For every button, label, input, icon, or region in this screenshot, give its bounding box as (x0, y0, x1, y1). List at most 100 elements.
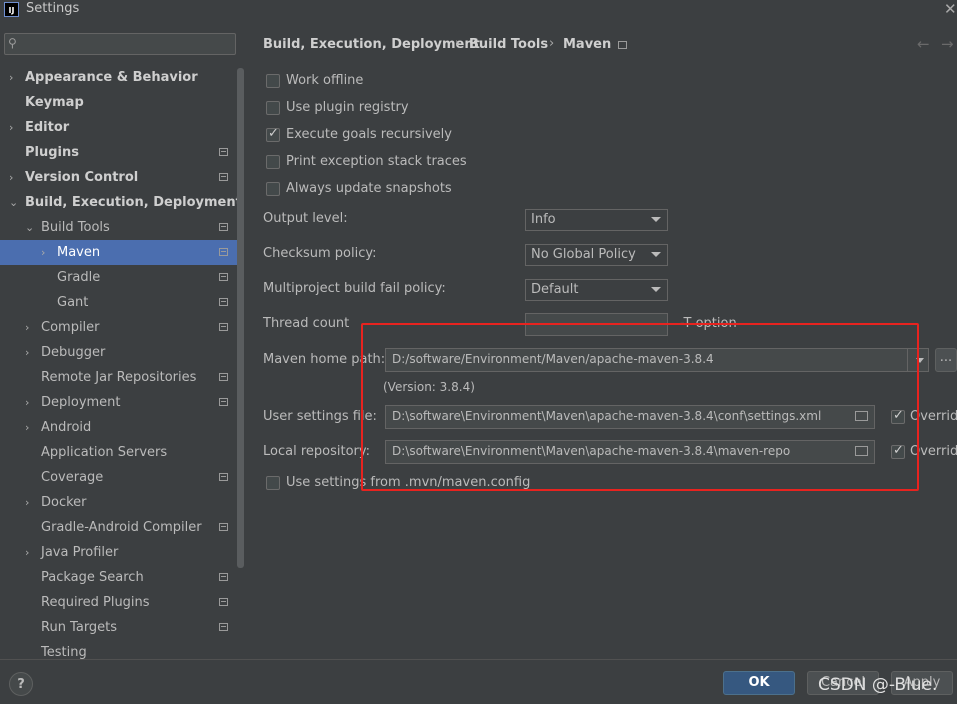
sidebar-item-label: Gradle (57, 270, 101, 285)
work-offline-checkbox[interactable] (266, 74, 280, 88)
plugin-registry-label: Use plugin registry (286, 100, 409, 115)
sidebar-item-version-control[interactable]: › Version Control (0, 165, 237, 190)
sidebar-scrollbar[interactable] (237, 68, 244, 568)
goals-recursive-label: Execute goals recursively (286, 127, 452, 142)
fail-policy-label: Multiproject build fail policy: (263, 281, 446, 296)
goals-recursive-checkbox[interactable] (266, 126, 280, 142)
sidebar-item-appearance-behavior[interactable]: › Appearance & Behavior (0, 65, 237, 90)
chevron-down-icon (651, 287, 661, 292)
mvn-config-checkbox[interactable] (266, 476, 280, 490)
breadcrumb-separator: › (455, 36, 461, 51)
breadcrumb-build-tools[interactable]: Build Tools (469, 37, 548, 52)
breadcrumb-build-execution-deployment[interactable]: Build, Execution, Deployment (263, 37, 480, 52)
sidebar-item-android[interactable]: › Android (0, 415, 237, 440)
sidebar-item-label: Deployment (41, 395, 121, 410)
chevron-right-icon[interactable]: › (9, 165, 13, 190)
chevron-down-icon[interactable]: ⌄ (25, 215, 34, 240)
back-arrow-icon[interactable]: ← (917, 35, 930, 53)
sidebar-item-build-execution-deployment[interactable]: ⌄ Build, Execution, Deployment (0, 190, 242, 215)
sidebar-item-remote-jar-repositories[interactable]: Remote Jar Repositories (0, 365, 237, 390)
project-scope-icon (219, 573, 228, 581)
project-scope-icon (219, 298, 228, 306)
local-repo-label: Local repository: (263, 444, 370, 459)
sidebar-item-label: Debugger (41, 345, 106, 360)
sidebar-item-docker[interactable]: › Docker (0, 490, 237, 515)
output-level-dropdown[interactable]: Info (525, 209, 668, 231)
checksum-policy-dropdown[interactable]: No Global Policy (525, 244, 668, 266)
sidebar-item-label: Java Profiler (41, 545, 119, 560)
sidebar-item-gant[interactable]: Gant (0, 290, 237, 315)
breadcrumb-separator: › (549, 36, 555, 51)
settings-search-input[interactable] (4, 33, 236, 55)
fail-policy-dropdown[interactable]: Default (525, 279, 668, 301)
chevron-right-icon[interactable]: › (9, 65, 13, 90)
sidebar-item-required-plugins[interactable]: Required Plugins (0, 590, 237, 615)
sidebar-item-label: Build Tools (41, 220, 110, 235)
sidebar-item-label: Required Plugins (41, 595, 150, 610)
sidebar-item-java-profiler[interactable]: › Java Profiler (0, 540, 237, 565)
sidebar-item-label: Compiler (41, 320, 100, 335)
chevron-right-icon[interactable]: › (25, 415, 29, 440)
project-scope-icon (219, 173, 228, 181)
sidebar-item-compiler[interactable]: › Compiler (0, 315, 237, 340)
intellij-app-icon: IJ (4, 2, 19, 17)
stack-traces-label: Print exception stack traces (286, 154, 467, 169)
chevron-right-icon[interactable]: › (25, 340, 29, 365)
close-icon[interactable]: ✕ (944, 0, 957, 18)
project-scope-icon (219, 323, 228, 331)
chevron-right-icon[interactable]: › (41, 240, 45, 265)
update-snapshots-checkbox[interactable] (266, 182, 280, 196)
breadcrumb-maven: Maven (563, 37, 612, 52)
plugin-registry-checkbox[interactable] (266, 101, 280, 115)
user-settings-label: User settings file: (263, 409, 377, 424)
sidebar-item-label: Editor (25, 120, 70, 135)
stack-traces-checkbox[interactable] (266, 155, 280, 169)
project-scope-icon (219, 373, 228, 381)
window-title: Settings (26, 1, 80, 16)
sidebar-item-keymap[interactable]: Keymap (0, 90, 237, 115)
chevron-right-icon[interactable]: › (25, 490, 29, 515)
sidebar-item-debugger[interactable]: › Debugger (0, 340, 237, 365)
project-scope-icon (219, 623, 228, 631)
output-level-value: Info (531, 212, 556, 227)
sidebar-item-application-servers[interactable]: Application Servers (0, 440, 237, 465)
project-scope-icon (219, 398, 228, 406)
sidebar-item-label: Android (41, 420, 92, 435)
sidebar-item-editor[interactable]: › Editor (0, 115, 237, 140)
sidebar-item-label: Coverage (41, 470, 104, 485)
sidebar-item-gradle-android-compiler[interactable]: Gradle-Android Compiler (0, 515, 237, 540)
watermark: CSDN @-Blue. (818, 675, 938, 695)
project-scope-icon (219, 223, 228, 231)
sidebar-item-plugins[interactable]: Plugins (0, 140, 237, 165)
browse-maven-home-button[interactable]: ... (935, 348, 957, 372)
sidebar-item-coverage[interactable]: Coverage (0, 465, 237, 490)
sidebar-item-label: Maven (57, 245, 101, 260)
sidebar-item-deployment[interactable]: › Deployment (0, 390, 237, 415)
sidebar-item-maven[interactable]: › Maven (0, 240, 237, 265)
search-icon: ⚲ (8, 36, 17, 50)
forward-arrow-icon[interactable]: → (941, 35, 954, 53)
chevron-right-icon[interactable]: › (25, 315, 29, 340)
ok-button[interactable]: OK (723, 671, 795, 695)
checksum-policy-value: No Global Policy (531, 247, 636, 262)
fail-policy-value: Default (531, 282, 579, 297)
help-button[interactable]: ? (9, 672, 33, 696)
chevron-right-icon[interactable]: › (25, 390, 29, 415)
sidebar-item-label: Build, Execution, Deployment (25, 195, 242, 210)
project-scope-icon (219, 598, 228, 606)
project-scope-icon (219, 523, 228, 531)
sidebar-item-label: Remote Jar Repositories (41, 370, 197, 385)
project-scope-icon (219, 473, 228, 481)
sidebar-item-label: Application Servers (41, 445, 168, 460)
sidebar-item-package-search[interactable]: Package Search (0, 565, 237, 590)
update-snapshots-label: Always update snapshots (286, 181, 452, 196)
chevron-right-icon[interactable]: › (9, 115, 13, 140)
chevron-down-icon[interactable]: ⌄ (9, 190, 18, 215)
sidebar-item-run-targets[interactable]: Run Targets (0, 615, 237, 640)
sidebar-item-build-tools[interactable]: ⌄ Build Tools (0, 215, 237, 240)
sidebar-item-label: Gant (57, 295, 89, 310)
thread-count-label: Thread count (263, 316, 350, 331)
checksum-policy-label: Checksum policy: (263, 246, 377, 261)
sidebar-item-gradle[interactable]: Gradle (0, 265, 237, 290)
chevron-right-icon[interactable]: › (25, 540, 29, 565)
